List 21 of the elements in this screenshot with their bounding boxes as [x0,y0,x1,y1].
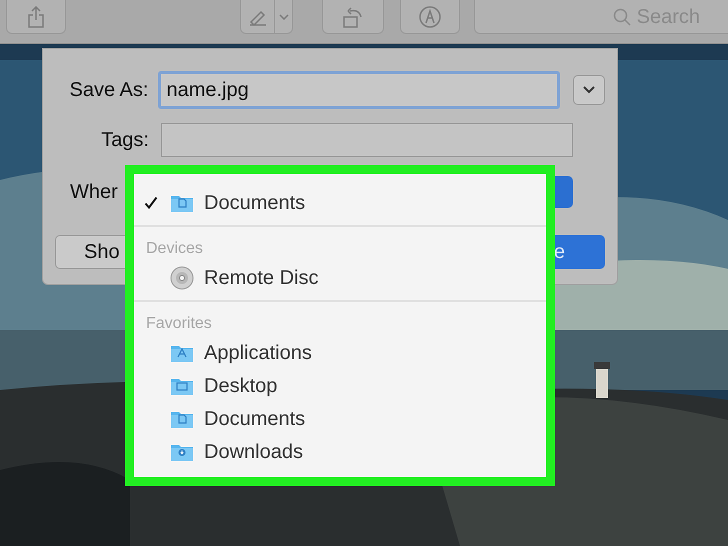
markup-button[interactable] [400,0,460,34]
rotate-button[interactable] [322,0,384,34]
pen-button-group[interactable] [240,0,293,34]
share-icon [27,6,45,28]
save-as-label: Save As: [68,78,148,103]
expand-button[interactable] [573,75,605,105]
menu-item[interactable]: Documents [134,186,546,219]
section-header: Favorites [145,314,213,334]
menu-item[interactable]: Downloads [134,435,546,468]
tags-field[interactable] [161,123,573,157]
search-icon [612,8,631,26]
share-button[interactable] [6,0,66,34]
menu-item[interactable]: Desktop [134,369,546,402]
pen-tip-icon [418,4,442,28]
menu-item[interactable]: Documents [134,402,546,435]
where-label: Wher [69,180,119,205]
caret-icon [278,14,288,20]
disc-icon [170,266,194,290]
filename-field[interactable]: name.jpg [158,71,560,109]
tags-label: Tags: [100,128,149,153]
chevron-down-icon [583,86,596,94]
